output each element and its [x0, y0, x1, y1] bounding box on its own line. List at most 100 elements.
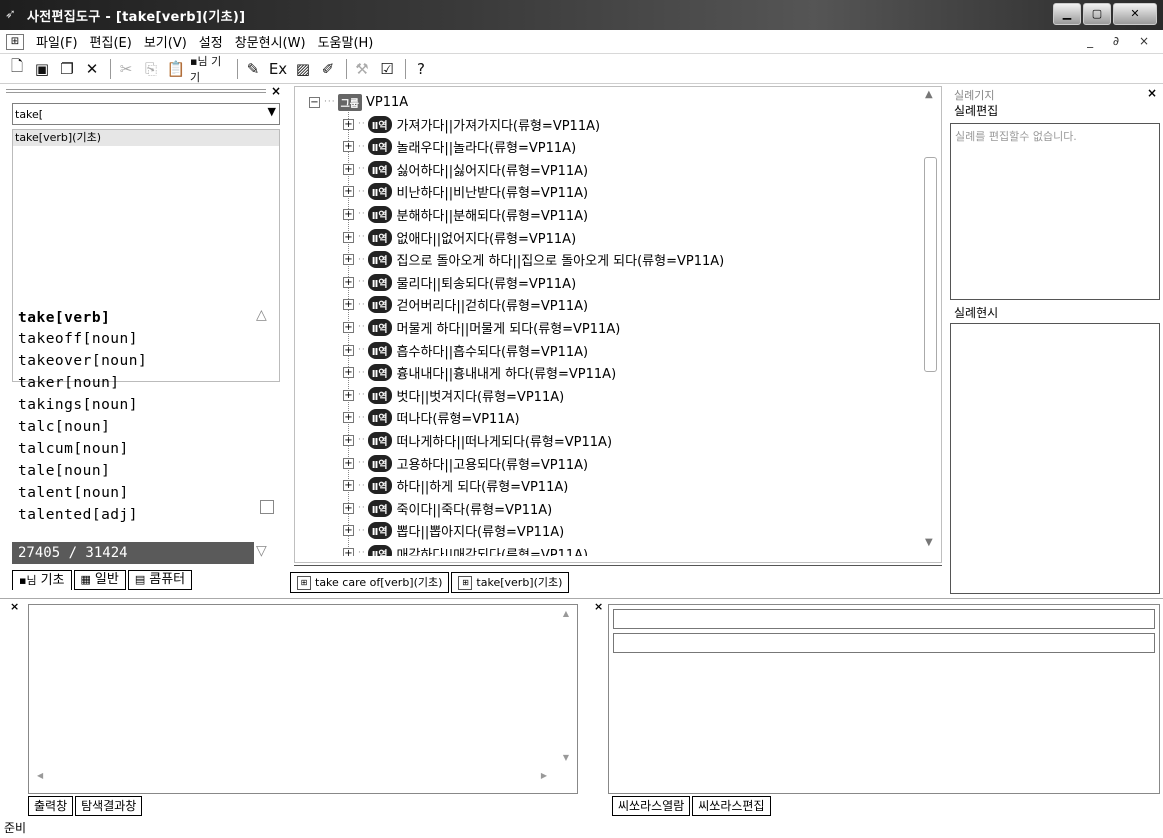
save-icon[interactable]: ▣ [31, 58, 53, 80]
tree-item[interactable]: + ·· Ⅱ역 싫어하다||싫어지다(류형=VP11A) [343, 158, 588, 180]
expand-icon[interactable]: + [343, 118, 354, 130]
document-icon[interactable]: ⊞ [6, 33, 24, 50]
minimize-button[interactable]: ▁ [1053, 3, 1081, 25]
chevron-down-icon[interactable]: ▼ [268, 105, 276, 118]
example-edit-box[interactable]: 실례를 편집할수 없습니다. [950, 123, 1160, 300]
tree-item[interactable]: + ·· Ⅱ역 머물게 하다||머물게 되다(류형=VP11A) [343, 316, 620, 338]
tree-item[interactable]: + ·· Ⅱ역 하다||하게 되다(류형=VP11A) [343, 475, 568, 497]
tree-item[interactable]: + ·· Ⅱ역 걷어버리다||걷히다(류형=VP11A) [343, 294, 588, 316]
tree-item[interactable]: + ·· Ⅱ역 없애다||없어지다(류형=VP11A) [343, 226, 576, 248]
expand-icon[interactable]: + [343, 434, 354, 446]
tab-output[interactable]: 출력창 [28, 796, 74, 816]
tree-item[interactable]: + ·· Ⅱ역 뽑다||뽑아지다(류형=VP11A) [343, 520, 564, 542]
paste-icon[interactable]: 📋 [165, 58, 187, 80]
tree-item[interactable]: + ·· Ⅱ역 벗다||벗겨지다(류형=VP11A) [343, 384, 564, 406]
tree-item[interactable]: + ·· Ⅱ역 가져가다||가져가지다(류형=VP11A) [343, 113, 600, 135]
menu-view[interactable]: 보기(V) [144, 32, 187, 51]
scrollbar-thumb[interactable] [260, 500, 274, 514]
scroll-down-icon[interactable]: ▼ [563, 753, 569, 762]
expand-icon[interactable]: + [343, 457, 354, 469]
scroll-up-icon[interactable]: △ [256, 307, 267, 323]
expand-icon[interactable]: + [343, 163, 354, 175]
search-input[interactable] [13, 104, 253, 124]
splitter[interactable] [0, 598, 1163, 600]
tree-scrollbar[interactable]: ▲ ▼ [921, 87, 941, 562]
expand-icon[interactable]: + [343, 299, 354, 311]
expand-icon[interactable]: + [343, 254, 354, 266]
expand-icon[interactable]: + [343, 389, 354, 401]
mdi-controls[interactable]: _ ∂ × [1087, 34, 1157, 48]
tab-basic[interactable]: ▪님 기초 [12, 570, 72, 590]
panel-grip[interactable] [6, 89, 266, 93]
expand-icon[interactable]: + [343, 344, 354, 356]
scrollbar-thumb[interactable] [924, 157, 937, 372]
list-item[interactable]: taker[noun] [18, 375, 120, 391]
tab-take[interactable]: ⊞ take[verb](기초) [451, 572, 570, 593]
list-item[interactable]: talcum[noun] [18, 441, 129, 457]
menu-window[interactable]: 창문현시(W) [235, 32, 306, 51]
edit-icon[interactable]: ✐ [317, 58, 339, 80]
tree-item[interactable]: + ·· Ⅱ역 고용하다||고용되다(류형=VP11A) [343, 452, 588, 474]
ex-icon[interactable]: Ex [267, 58, 289, 80]
image-icon[interactable]: ▨ [292, 58, 314, 80]
tree-item[interactable]: + ·· Ⅱ역 매각하다||매각되다(류형=VP11A) [343, 542, 588, 556]
tab-thesaurus-view[interactable]: 씨쏘라스열람 [612, 796, 691, 816]
check-icon[interactable]: ☑ [376, 58, 398, 80]
scroll-up-icon[interactable]: ▲ [563, 609, 569, 618]
menu-file[interactable]: 파일(F) [36, 32, 78, 51]
close-icon[interactable]: × [1147, 86, 1157, 100]
tree-item[interactable]: + ·· Ⅱ역 분해하다||분해되다(류형=VP11A) [343, 203, 588, 225]
tab-take-care-of[interactable]: ⊞ take care of[verb](기초) [290, 572, 450, 593]
tree-item[interactable]: + ·· Ⅱ역 놀래우다||놀라다(류형=VP11A) [343, 136, 576, 158]
list-item[interactable]: take[verb] [18, 310, 110, 326]
expand-icon[interactable]: + [343, 141, 354, 153]
scroll-down-icon[interactable]: ▽ [256, 543, 267, 559]
expand-icon[interactable]: + [343, 231, 354, 243]
expand-icon[interactable]: + [343, 480, 354, 492]
collapse-icon[interactable]: − [309, 96, 320, 108]
tree-item[interactable]: + ·· Ⅱ역 죽이다||죽다(류형=VP11A) [343, 497, 552, 519]
expand-icon[interactable]: + [343, 367, 354, 379]
tab-general[interactable]: ▦ 일반 [73, 570, 126, 590]
thesaurus-field[interactable] [613, 633, 1155, 653]
expand-icon[interactable]: + [343, 321, 354, 333]
copy-doc-icon[interactable]: ❐ [56, 58, 78, 80]
tab-thesaurus-edit[interactable]: 씨쏘라스편집 [692, 796, 771, 816]
tree-item[interactable]: + ·· Ⅱ역 떠나게하다||떠나게되다(류형=VP11A) [343, 429, 612, 451]
copy-icon[interactable]: ⎘ [140, 58, 162, 80]
thesaurus-field[interactable] [613, 609, 1155, 629]
close-icon[interactable]: × [10, 600, 19, 613]
maximize-button[interactable]: ▢ [1083, 3, 1111, 25]
expand-icon[interactable]: + [343, 208, 354, 220]
expand-icon[interactable]: + [343, 276, 354, 288]
list-item[interactable]: talented[adj] [18, 507, 138, 523]
tree-item[interactable]: + ·· Ⅱ역 떠나다(류형=VP11A) [343, 407, 520, 429]
menu-settings[interactable]: 설정 [199, 32, 223, 51]
expand-icon[interactable]: + [343, 502, 354, 514]
output-box[interactable]: ▲ ▼ ◀ ▶ [28, 604, 578, 794]
expand-icon[interactable]: + [343, 186, 354, 198]
tree-item[interactable]: + ·· Ⅱ역 비난하다||비난받다(류형=VP11A) [343, 181, 588, 203]
scroll-up-icon[interactable]: ▲ [925, 89, 933, 100]
scroll-left-icon[interactable]: ◀ [37, 771, 43, 780]
basic-icon[interactable]: ▪님 기기 [190, 55, 230, 84]
tree-item[interactable]: + ·· Ⅱ역 흉내내다||흉내내게 하다(류형=VP11A) [343, 362, 616, 384]
example-display-box[interactable] [950, 323, 1160, 594]
close-icon[interactable]: × [594, 600, 603, 613]
new-icon[interactable]: 🗋 [6, 57, 28, 80]
image-edit-icon[interactable]: ✎ [242, 58, 264, 80]
tab-computer[interactable]: ▤ 콤퓨터 [127, 570, 193, 590]
scroll-down-icon[interactable]: ▼ [925, 537, 933, 548]
expand-icon[interactable]: + [343, 547, 354, 556]
tree-item[interactable]: + ·· Ⅱ역 집으로 돌아오게 하다||집으로 돌아오게 되다(류형=VP11A) [343, 249, 724, 271]
list-item[interactable]: take[verb](기초) [13, 130, 279, 146]
scroll-right-icon[interactable]: ▶ [541, 771, 547, 780]
menu-edit[interactable]: 편집(E) [90, 32, 132, 51]
expand-icon[interactable]: + [343, 525, 354, 537]
tree-root[interactable]: − ··· 그룹 VP11A [309, 91, 408, 113]
help-icon[interactable]: ? [410, 58, 432, 80]
close-icon[interactable]: × [271, 84, 281, 98]
list-item[interactable]: talc[noun] [18, 419, 110, 435]
list-item[interactable]: talent[noun] [18, 485, 129, 501]
tab-search-results[interactable]: 탐색결과창 [75, 796, 143, 816]
